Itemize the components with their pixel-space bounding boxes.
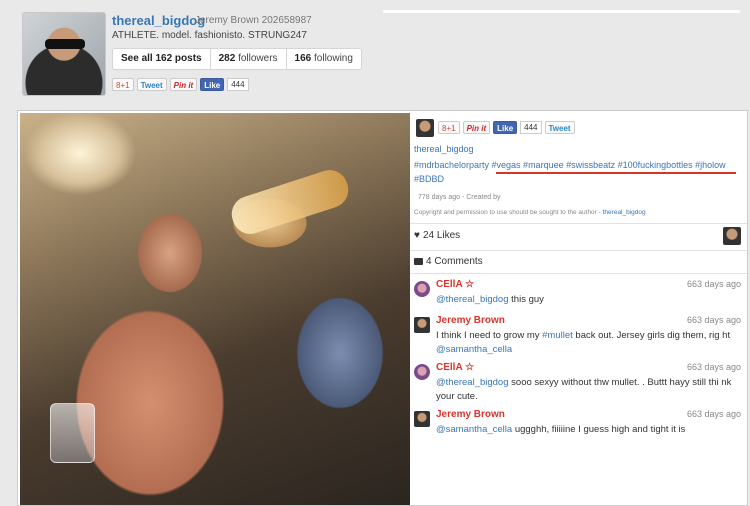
following-button[interactable]: 166 following (287, 49, 361, 69)
commenter-avatar[interactable] (414, 411, 430, 427)
mention-link[interactable]: @samantha_cella (436, 344, 512, 355)
followers-button[interactable]: 282 followers (211, 49, 287, 69)
mention-link[interactable]: @samantha_cella (436, 424, 512, 435)
tweet-button[interactable]: Tweet (136, 78, 167, 91)
commenter-name[interactable]: CEllA ☆ (436, 362, 474, 373)
facebook-like-button[interactable]: Like (200, 78, 225, 91)
glass-shape (50, 403, 95, 463)
comments-header: 4 Comments (414, 256, 483, 267)
following-count: 166 (294, 53, 312, 64)
profile-avatar[interactable] (22, 12, 106, 96)
comment-text: I think I need to grow my #mullet back o… (436, 329, 746, 357)
red-underline-annotation (496, 172, 736, 174)
posts-prefix: See all (121, 53, 156, 64)
post-photo[interactable] (20, 113, 410, 505)
header-divider (383, 10, 740, 13)
post-sidebar: 8+1 Pin it Like 444 Tweet thereal_bigdog… (410, 111, 747, 506)
divider (410, 223, 747, 224)
see-all-posts-button[interactable]: See all 162 posts (113, 49, 211, 69)
comment-body: I think I need to grow my (436, 330, 543, 341)
profile-bio: ATHLETE. model. fashionisto. STRUNG247 (112, 30, 307, 41)
comment-time: 663 days ago (686, 279, 741, 289)
copyright-user-link[interactable]: thereal_bigdog (603, 209, 646, 216)
heart-icon: ♥ (414, 230, 420, 241)
comment-text: @thereal_bigdog sooo sexyy without thw m… (436, 376, 746, 404)
post-author-avatar[interactable] (416, 119, 434, 137)
following-label: following (311, 53, 353, 64)
hashtag-link[interactable]: #mullet (542, 330, 573, 341)
profile-fullname: Jeremy Brown 202658987 (195, 15, 312, 26)
divider (410, 273, 747, 274)
comment-text: @samantha_cella uggghh, fiiiiine I guess… (436, 423, 746, 437)
commenter-name[interactable]: Jeremy Brown (436, 409, 505, 420)
comment-time: 663 days ago (686, 315, 741, 325)
commenter-avatar[interactable] (414, 317, 430, 333)
post-meta: 778 days ago - Created by (418, 194, 501, 201)
comments-count-label: 4 Comments (426, 256, 483, 267)
gplus-button[interactable]: 8+1 (112, 78, 134, 91)
likes-row[interactable]: ♥ 24 Likes (414, 230, 460, 241)
followers-count: 282 (218, 53, 236, 64)
profile-stats: See all 162 posts 282 followers 166 foll… (112, 48, 362, 70)
commenter-avatar[interactable] (414, 281, 430, 297)
post-pinit-button[interactable]: Pin it (462, 121, 491, 134)
profile-header: thereal_bigdog Jeremy Brown 202658987 AT… (0, 0, 750, 105)
post-card: 8+1 Pin it Like 444 Tweet thereal_bigdog… (17, 110, 748, 506)
posts-count: 162 (155, 53, 173, 64)
comment-bubble-icon (414, 258, 423, 265)
comment-time: 663 days ago (686, 409, 741, 419)
post-like-count: 444 (520, 121, 542, 134)
post-gplus-button[interactable]: 8+1 (438, 121, 460, 134)
divider (410, 250, 747, 251)
copyright-text: Copyright and permission to use should b… (414, 209, 603, 216)
commenter-name[interactable]: Jeremy Brown (436, 315, 505, 326)
comment-body: this guy (508, 294, 544, 305)
likes-label: 24 Likes (422, 230, 461, 241)
profile-share-row: 8+1 Tweet Pin it Like 444 (112, 78, 249, 91)
mention-link[interactable]: @thereal_bigdog (436, 377, 509, 388)
like-count: 444 (227, 78, 249, 91)
post-username[interactable]: thereal_bigdog (414, 144, 474, 154)
comment-text: @thereal_bigdog this guy (436, 293, 746, 307)
followers-label: followers (235, 53, 278, 64)
mention-link[interactable]: @thereal_bigdog (436, 294, 509, 305)
profile-username[interactable]: thereal_bigdog (112, 13, 205, 28)
comment-body: back out. Jersey girls dig them, rig ht (572, 330, 731, 341)
pinit-button[interactable]: Pin it (169, 78, 198, 91)
commenter-avatar[interactable] (414, 364, 430, 380)
comment-body: uggghh, fiiiiine I guess high and tight … (512, 424, 686, 435)
post-facebook-like-button[interactable]: Like (493, 121, 518, 134)
post-share-row: 8+1 Pin it Like 444 Tweet (438, 121, 575, 134)
post-tweet-button[interactable]: Tweet (544, 121, 575, 134)
copyright-notice: Copyright and permission to use should b… (414, 209, 646, 216)
posts-suffix: posts (172, 53, 202, 64)
comment-time: 663 days ago (686, 362, 741, 372)
beer-bottle-shape (227, 165, 353, 239)
liker-avatar[interactable] (723, 227, 741, 245)
commenter-name[interactable]: CEllA ☆ (436, 279, 474, 290)
